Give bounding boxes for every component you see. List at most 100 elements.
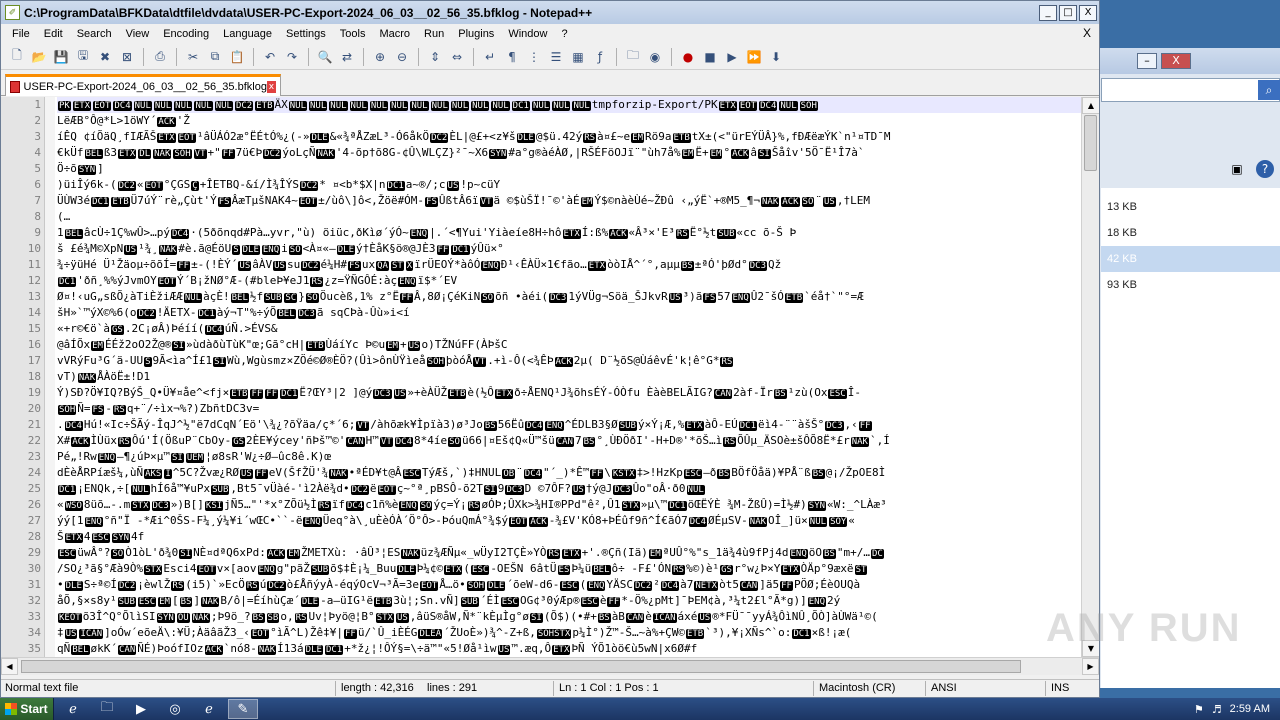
search-icon[interactable]: ⌕ [1258, 80, 1280, 100]
status-eol[interactable]: Macintosh (CR) [819, 682, 895, 694]
code-line[interactable]: íÊQ ¢íÕäQ¸fIÆÃŠ ETX EOT ¹âÜÁÓ2æ°ËÉtÓ%¿(-» DL… [57, 129, 890, 145]
print-icon[interactable]: ⎙ [150, 47, 170, 67]
code-line[interactable]: /SO¿³ã§°Æà9Ò% STX Esci4 EOT v×[aov ENQ g"pãŽ SU… [57, 561, 868, 577]
menu-view[interactable]: View [119, 24, 157, 44]
stop-record-icon[interactable]: ■ [700, 47, 720, 67]
bg-close-button[interactable]: X [1161, 53, 1191, 69]
edge-icon[interactable]: ℯ [194, 699, 224, 719]
explorer-icon[interactable]: 🗀 [92, 699, 122, 719]
code-line[interactable]: DC1'ðñ¸%%ýJvmOY EOT Ý´B¡žNØ°Æ-(#bleÞ¥eJ1 RS… [57, 273, 457, 289]
file-size-cell[interactable]: 13 KB [1101, 194, 1280, 220]
cut-icon[interactable]: ✂ [183, 47, 203, 67]
close-document-button[interactable]: X [1083, 26, 1091, 40]
tab-close-icon[interactable]: x [266, 80, 276, 93]
menu-window[interactable]: Window [501, 24, 554, 44]
code-line[interactable]: dÈèÅRPíæš¼,ùÑ AKS I ^5C?Žvæ¿RØ US FF eV(ŠfŽÜ'¾… [57, 465, 885, 481]
function-list-icon[interactable]: ƒ [590, 47, 610, 67]
code-line[interactable]: š £é¾M©XpN US ¹¾¸ NAK #è.ã@ÉöU S DLE ENQ i SO <À¤«… [57, 241, 504, 257]
word-wrap-icon[interactable]: ↵ [480, 47, 500, 67]
start-button[interactable]: Start [0, 698, 54, 720]
document-tab[interactable]: USER-PC-Export-2024_06_03__02_56_35.bfkl… [5, 74, 281, 96]
code-line[interactable]: ÜÙW3é DC1 ETB Ü7úÝ¨rè„Çùt'Ý FS ÂæTµšNAK4~ EOT ±… [57, 193, 870, 209]
code-line[interactable]: ¾÷ÿüHé Ü¹Žäoµ÷õõÍ= FF ±-(!ÈÝ´ US âÀV US su DC2 é… [57, 257, 781, 273]
notepadpp-app-icon[interactable]: ✐ [5, 5, 20, 20]
code-line[interactable]: KEOT õ3Î^Q°ÕlìSI SYN OÜ NAK ;Þ9ö_? BS SB o, RS Uv¦… [57, 609, 878, 625]
code-line[interactable]: åÕ,§×s8y¹ SUB ESC EM[BS] NAK B/ô|=ÉíhùÇæ´ DLE -… [57, 593, 840, 609]
find-icon[interactable]: 🔍 [315, 47, 335, 67]
undo-icon[interactable]: ↶ [260, 47, 280, 67]
code-line[interactable]: Ø¤!‹uG„sßÕ¿àTiÈžiÆÆ NUL àçÈ! BEL ½f SUB SC} SO Ö… [57, 289, 864, 305]
status-insert-mode[interactable]: INS [1051, 682, 1069, 694]
volume-icon[interactable]: ♬ [1212, 703, 1222, 716]
code-line[interactable]: vVRýFu³G´ä-UU S 9Ã<ìa^Í£1 SI Wù,Wgùsmz×ZÖé©Ø… [57, 353, 734, 369]
record-macro-icon[interactable]: ● [678, 47, 698, 67]
code-line[interactable]: Ý)SÐ?Ö¥IQ?BýŠ_Q•Ü¥¤åe^<fj× ETB FF FF DC1 Ë?ŒY… [57, 385, 861, 401]
code-line[interactable]: Pé„!Rw ENQ –¶¿úÞ×µ™ SI UEM ¦ø8sR'W¿÷Ø–ûc8ê.K)… [57, 449, 331, 465]
paste-icon[interactable]: 📋 [227, 47, 247, 67]
status-encoding[interactable]: ANSI [931, 682, 957, 694]
close-button[interactable]: X [1079, 4, 1097, 21]
close-icon[interactable]: ✖ [95, 47, 115, 67]
new-file-icon[interactable]: 🗋 [7, 47, 27, 67]
ie-icon[interactable]: ℯ [58, 699, 88, 719]
copy-icon[interactable]: ⧉ [205, 47, 225, 67]
monitor-icon[interactable]: ◉ [645, 47, 665, 67]
code-line[interactable]: ýý[1 ENQ °ñ"Ï -*Æi^0ŠS-F¼¸ý¼¥i´wŒC•``-ë ENQ… [57, 513, 855, 529]
menu-macro[interactable]: Macro [372, 24, 417, 44]
zoom-in-icon[interactable]: ⊕ [370, 47, 390, 67]
code-line[interactable]: @âÍÕx EM ÉÉž2oO2Ž@® SI »ùdàðùTùK"œ;Gã°cH| ETB… [57, 337, 508, 353]
code-line[interactable]: X# ACK ÌÙüx RS Ôú'Í(ÖßuP¨CbOy- GS 2ÈE¥ýcey'ñÞš… [57, 433, 890, 449]
menu-language[interactable]: Language [216, 24, 279, 44]
editor-area[interactable]: 1 2 3 4 5 6 7 8 9 10 11 12 13 14 15 16 17 18 19 20 21 22 23 24 2… [1, 97, 1099, 657]
notepadpp-icon[interactable]: ✎ [228, 699, 258, 719]
view-toggle-icon[interactable]: ▣ [1228, 160, 1246, 178]
menu-encoding[interactable]: Encoding [156, 24, 216, 44]
chrome-icon[interactable]: ◎ [160, 699, 190, 719]
redo-icon[interactable]: ↷ [282, 47, 302, 67]
code-line[interactable]: ESC üwÂ°? SO Ò1òL'ð¾0 SI NÈ¤dªQ6xPd: ACK EM ŽMET… [57, 545, 885, 561]
indent-guide-icon[interactable]: ⋮ [524, 47, 544, 67]
file-size-cell[interactable]: 93 KB [1101, 272, 1280, 298]
menu-edit[interactable]: Edit [37, 24, 70, 44]
doc-map-icon[interactable]: ▦ [568, 47, 588, 67]
code-line[interactable]: Š ETX 4 ESC SYN 4f [57, 529, 144, 545]
scroll-right-icon[interactable]: ▶ [1082, 658, 1099, 675]
code-line[interactable]: «WSO 8üõ…-.m STX DC3 »)B[] KSI jÑ5…"'*x°ZÕü½Ì R… [57, 497, 887, 513]
menu-run[interactable]: Run [417, 24, 451, 44]
horizontal-scrollbar[interactable]: ◀ ▶ [1, 657, 1099, 675]
menu-plugins[interactable]: Plugins [451, 24, 501, 44]
code-line[interactable]: ‡ US ICAN]oÓw´eõeÄ\:¥Ü;ÀäâãŽ3_‹ EOT °ìÃ^L)Žê… [57, 625, 851, 641]
bg-minimize-button[interactable]: – [1137, 53, 1157, 69]
code-line[interactable]: šH»`™ýX©%6(o DC2 !ÄETX- DC1 àý¬T"%÷ýÕ BEL DC3 ã… [57, 305, 410, 321]
code-line[interactable]: )üiÎý6k-(DC2 «EOT °ÇGS Ç +ÎETBQ-&í/Ì¾ÎÝS DC2 *… [57, 177, 500, 193]
horizontal-scroll-thumb[interactable] [21, 660, 1021, 673]
code-line[interactable]: Ö÷õ SYN] [57, 161, 104, 177]
bg-address-bar[interactable] [1101, 78, 1280, 102]
udl-icon[interactable]: ☰ [546, 47, 566, 67]
file-size-cell[interactable]: 42 KB [1101, 246, 1280, 272]
code-line[interactable]: LëÆB°Ô@*L>1öWY´ ACK 'Ž [57, 113, 190, 129]
code-line[interactable]: PK ETX EOT DC4 NUL NUL NUL NUL NUL DC2 ETB ÄX NUL NUL… [57, 97, 1081, 113]
code-line[interactable]: €kÜf BEL ß3 ETX DL NAK SOH VT +" FF 7ü€Þ DC2 ýoLçÑ NA… [57, 145, 865, 161]
menu-settings[interactable]: Settings [279, 24, 333, 44]
code-line[interactable]: «+r©€ö`à GS .2C¡øÂ)Þéíí(DC4 úÑ.>ÉVS& [57, 321, 278, 337]
scroll-up-icon[interactable]: ▲ [1082, 97, 1099, 114]
menu-search[interactable]: Search [70, 24, 119, 44]
code-line[interactable]: . DC4 Hú!«Ic÷ŠÃý-ÎqJ^½"ë7dCqN´Eö'\¾¿?õŸäa/… [57, 417, 873, 433]
open-file-icon[interactable]: 📂 [29, 47, 49, 67]
save-macro-icon[interactable]: ⬇ [766, 47, 786, 67]
menu-help[interactable]: ? [554, 24, 574, 44]
code-line[interactable]: • DLE S÷ª©Í DC2 ¡èwlŽ RS (i5)`»EcÖ RS ú DC2 ò£Åñýy… [57, 577, 860, 593]
vertical-scroll-thumb[interactable] [1084, 115, 1097, 171]
play-macro-icon[interactable]: ▶ [722, 47, 742, 67]
save-all-icon[interactable]: 🖫 [73, 47, 93, 67]
code-line[interactable]: qÑ BEL økK´ CAN ÑÉ)ÞoófIOz ACK `nó8- NAK Í13á DLE… [57, 641, 697, 657]
code-view[interactable]: PK ETX EOT DC4 NUL NUL NUL NUL NUL DC2 ETB ÄX NUL NUL… [57, 97, 1081, 657]
zoom-out-icon[interactable]: ⊖ [392, 47, 412, 67]
code-line[interactable]: 1 BEL âcÙ÷1Ç%wÛ>…pý DC4 ·(5ðõnqd#Pà…yvr,"ù) … [57, 225, 796, 241]
flag-icon[interactable]: ⚑ [1194, 703, 1204, 716]
minimize-button[interactable]: _ [1039, 4, 1057, 21]
replace-icon[interactable]: ⇄ [337, 47, 357, 67]
media-player-icon[interactable]: ▶ [126, 699, 156, 719]
code-line[interactable]: vT) NAK ÅÀöË±!D1 [57, 369, 150, 385]
